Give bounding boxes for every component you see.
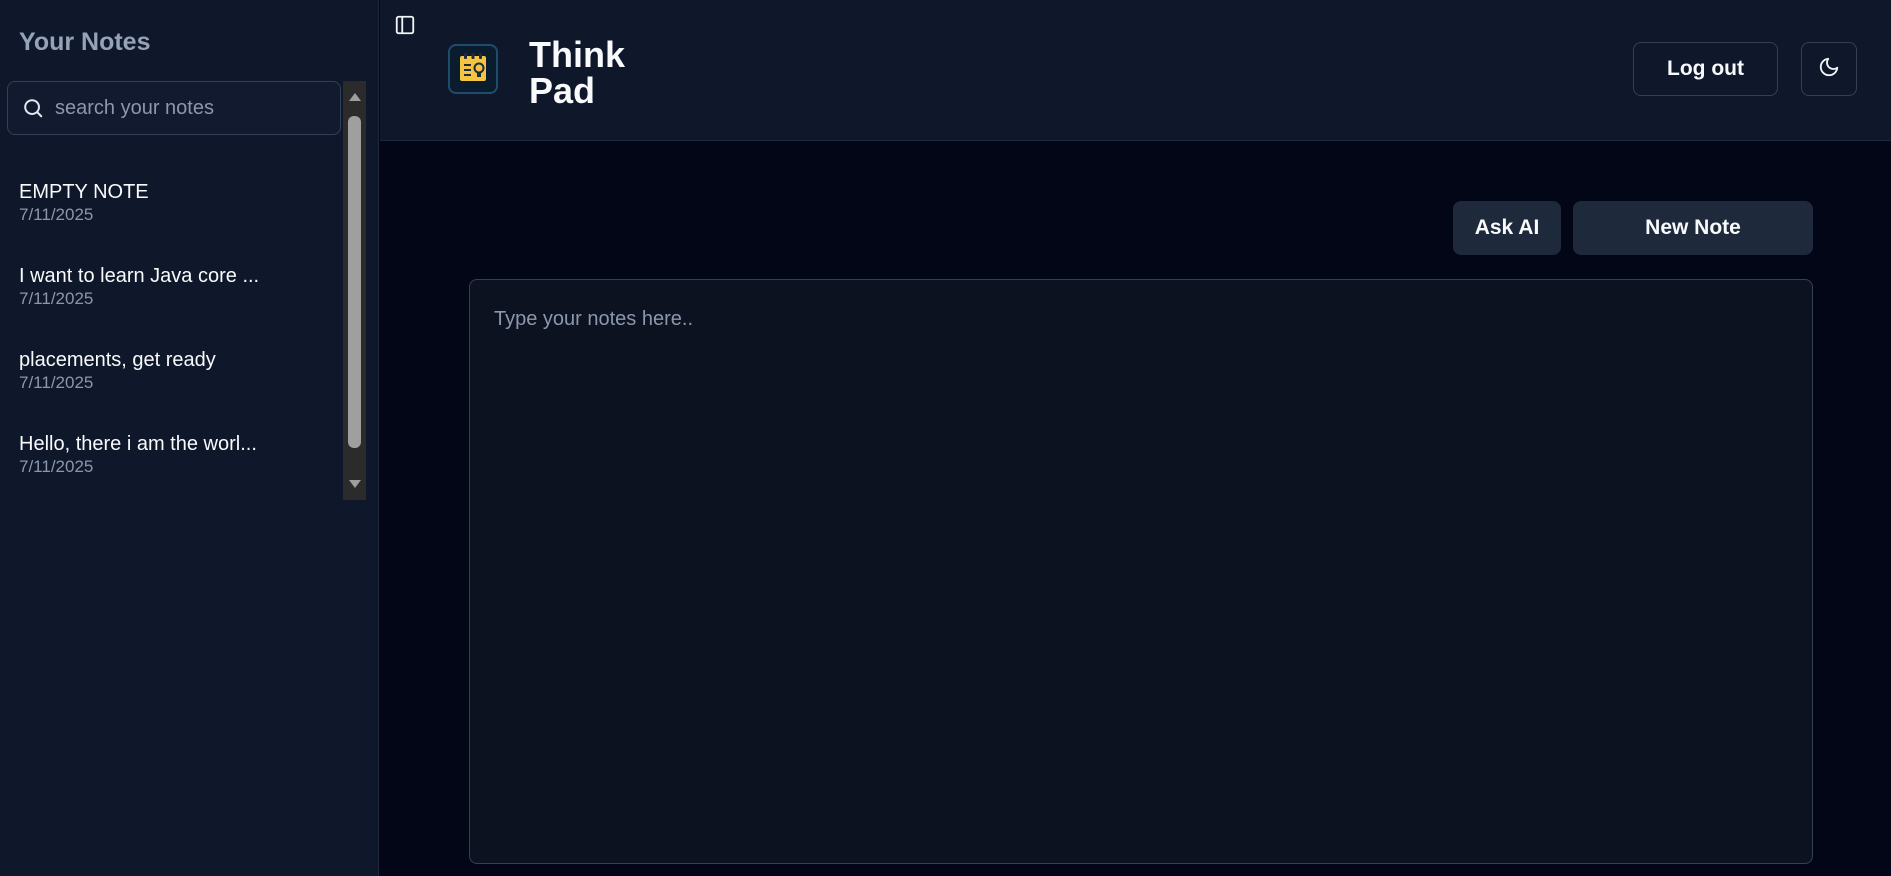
scroll-down-arrow-icon[interactable] [349, 480, 361, 488]
note-editor[interactable] [469, 279, 1813, 864]
note-list-item[interactable]: I want to learn Java core ... 7/11/2025 [0, 264, 340, 348]
header: Think Pad Log out [380, 0, 1891, 141]
app-title-line1: Think [529, 34, 625, 75]
new-note-button[interactable]: New Note [1573, 201, 1813, 255]
note-list-item[interactable]: Hello, there i am the worl... 7/11/2025 [0, 432, 340, 516]
ask-ai-button[interactable]: Ask AI [1453, 201, 1561, 255]
scroll-up-arrow-icon[interactable] [349, 93, 361, 101]
scroll-thumb[interactable] [348, 116, 361, 448]
logout-button[interactable]: Log out [1633, 42, 1778, 96]
note-date: 7/11/2025 [19, 457, 94, 476]
app-title-line2: Pad [529, 70, 596, 111]
note-title: I want to learn Java core ... [19, 265, 260, 287]
sidebar: Your Notes EMPTY NOTE 7/11/2025 I want t… [0, 0, 379, 876]
sidebar-title: Your Notes [19, 28, 151, 56]
note-list-item[interactable]: EMPTY NOTE 7/11/2025 [0, 180, 340, 264]
theme-toggle-button[interactable] [1801, 42, 1857, 96]
note-title: placements, get ready [19, 349, 216, 371]
note-date: 7/11/2025 [19, 289, 94, 308]
note-list-item[interactable]: placements, get ready 7/11/2025 [0, 348, 340, 432]
note-title: EMPTY NOTE [19, 181, 149, 203]
search-box[interactable] [7, 81, 341, 135]
note-date: 7/11/2025 [19, 205, 94, 224]
moon-icon [1818, 56, 1840, 82]
sidebar-scrollbar[interactable] [343, 81, 366, 500]
app-logo [448, 44, 498, 94]
search-icon [21, 96, 45, 120]
search-input[interactable] [55, 96, 325, 120]
note-list: EMPTY NOTE 7/11/2025 I want to learn Jav… [0, 180, 340, 516]
app-title: Think Pad [529, 37, 625, 109]
notepad-lightbulb-icon [456, 50, 490, 88]
note-title: Hello, there i am the worl... [19, 433, 257, 455]
note-date: 7/11/2025 [19, 373, 94, 392]
sidebar-toggle-icon[interactable] [394, 14, 416, 36]
